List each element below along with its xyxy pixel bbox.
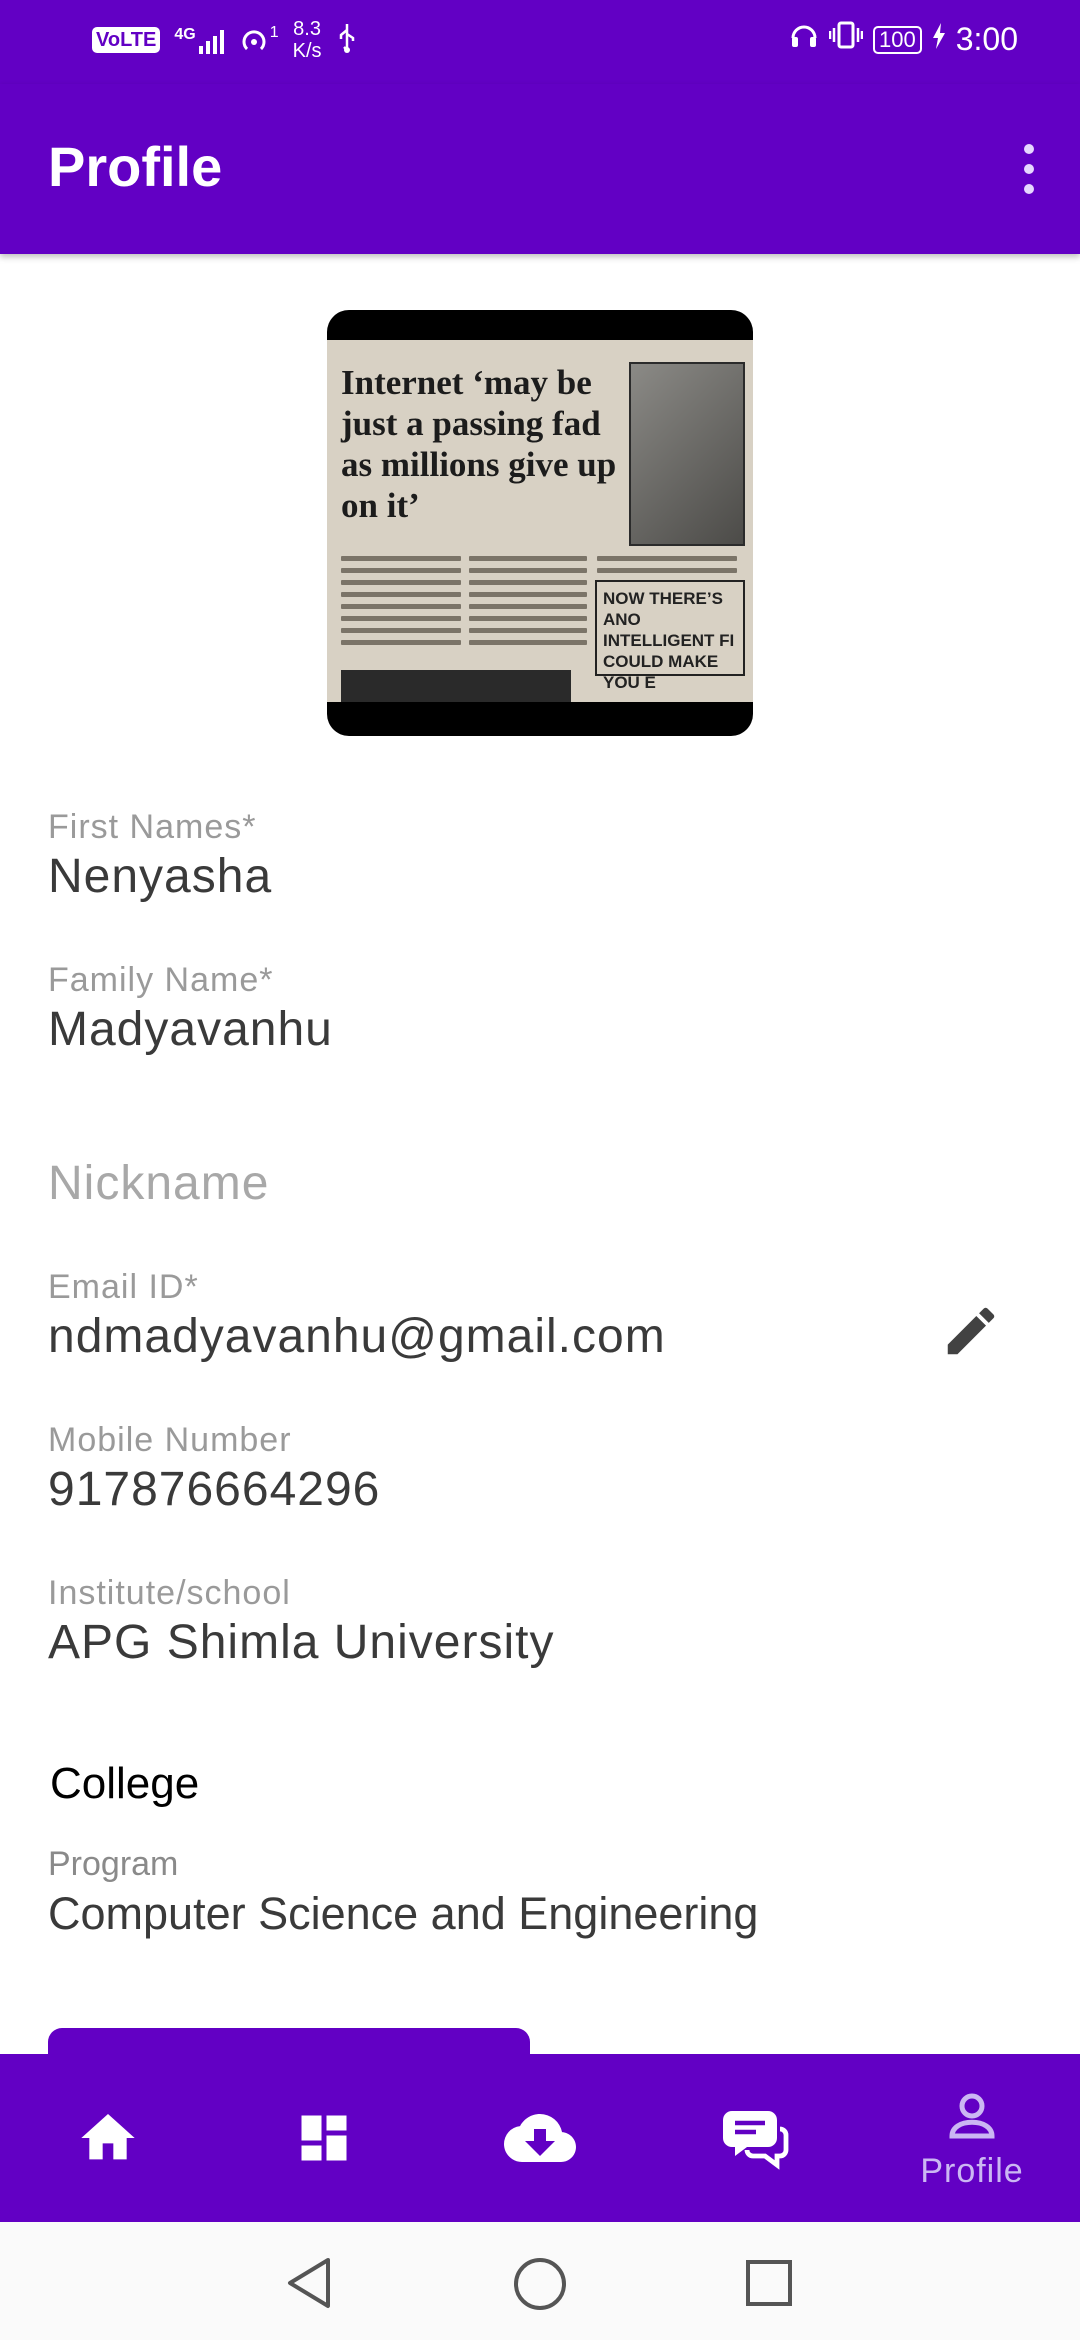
institute-field[interactable]: Institute/school APG Shimla University <box>48 1574 554 1670</box>
network-speed: 8.3 K/s <box>292 18 322 62</box>
email-value: ndmadyavanhu@gmail.com <box>48 1310 666 1363</box>
hotspot-icon: 1 <box>238 24 279 56</box>
hotspot-count: 1 <box>269 24 279 41</box>
nickname-field[interactable]: Nickname <box>48 1156 269 1211</box>
cloud-download-icon <box>504 2114 576 2162</box>
overflow-menu-icon[interactable] <box>1022 144 1036 194</box>
first-names-label: First Names* <box>48 808 257 846</box>
email-label: Email ID* <box>48 1268 199 1306</box>
recents-icon[interactable] <box>744 2258 794 2308</box>
program-value: Computer Science and Engineering <box>48 1888 759 1939</box>
college-heading: College <box>50 1759 200 1808</box>
page-title: Profile <box>48 135 223 198</box>
nav-home[interactable] <box>0 2054 216 2222</box>
newspaper-ad-box: NOW THERE’S ANO INTELLIGENT FI COULD MAK… <box>595 580 745 692</box>
newspaper-headline: Internet ‘may be just a passing fad as m… <box>341 363 617 525</box>
back-icon[interactable] <box>284 2256 334 2310</box>
mobile-label: Mobile Number <box>48 1421 292 1459</box>
app-bar: Profile <box>0 84 1080 254</box>
edit-email-icon[interactable] <box>940 1300 1002 1362</box>
nav-profile-label: Profile <box>920 2151 1024 2190</box>
first-names-value: Nenyasha <box>48 850 273 903</box>
first-names-field[interactable]: First Names* Nenyasha <box>48 808 272 904</box>
family-name-value: Madyavanhu <box>48 1003 333 1056</box>
nav-downloads[interactable] <box>432 2054 648 2222</box>
system-navigation-bar <box>0 2222 1080 2340</box>
institute-label: Institute/school <box>48 1574 291 1612</box>
usb-icon <box>336 22 358 59</box>
home-icon <box>81 2114 135 2160</box>
newspaper-image: Internet ‘may be just a passing fad as m… <box>327 340 753 702</box>
status-bar: VoLTE 4G 1 8.3 K/s 100 3:00 <box>0 0 1080 84</box>
program-field[interactable]: Program Computer Science and Engineering <box>48 1845 758 1940</box>
person-icon <box>949 2093 995 2138</box>
nav-chat[interactable] <box>648 2054 864 2222</box>
nav-dashboard[interactable] <box>216 2054 432 2222</box>
family-name-field[interactable]: Family Name* Madyavanhu <box>48 961 333 1057</box>
volte-indicator: VoLTE <box>92 27 161 53</box>
headset-icon <box>789 20 819 59</box>
signal-icon: 4G <box>174 26 224 54</box>
mobile-field[interactable]: Mobile Number 917876664296 <box>48 1421 380 1517</box>
vibrate-icon <box>828 20 864 59</box>
computer-monitor-image <box>629 362 745 546</box>
charging-icon <box>932 20 946 59</box>
institute-value: APG Shimla University <box>48 1616 555 1669</box>
program-label: Program <box>48 1845 179 1883</box>
family-name-label: Family Name* <box>48 961 274 999</box>
profile-photo[interactable]: Internet ‘may be just a passing fad as m… <box>327 310 753 736</box>
clock: 3:00 <box>955 21 1018 57</box>
dashboard-icon <box>301 2115 347 2161</box>
network-type: 4G <box>174 26 196 43</box>
chat-icon <box>723 2111 789 2170</box>
home-button-icon[interactable] <box>512 2256 568 2312</box>
battery-indicator: 100 <box>873 25 922 54</box>
bottom-navigation: Profile <box>0 2054 1080 2222</box>
nav-profile[interactable]: Profile <box>864 2054 1080 2222</box>
mobile-value: 917876664296 <box>48 1463 381 1516</box>
nickname-placeholder: Nickname <box>48 1157 270 1210</box>
email-field[interactable]: Email ID* ndmadyavanhu@gmail.com <box>48 1268 666 1364</box>
